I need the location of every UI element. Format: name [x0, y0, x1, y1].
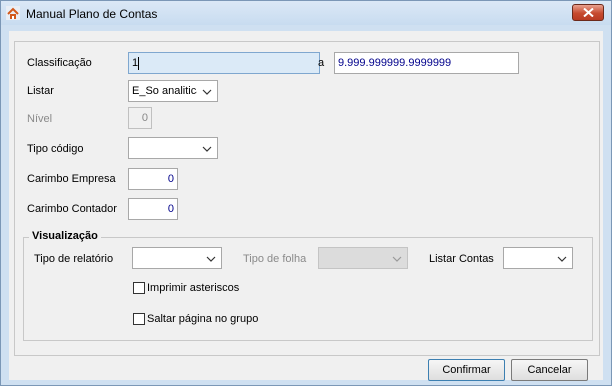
cancelar-button[interactable]: Cancelar [511, 359, 588, 381]
confirmar-label: Confirmar [442, 364, 491, 376]
carimbo-empresa-value: 0 [167, 173, 174, 185]
classificacao-label: Classificação [27, 57, 92, 69]
carimbo-empresa-input[interactable]: 0 [128, 168, 178, 190]
chevron-down-icon [392, 256, 402, 262]
home-icon [6, 6, 20, 20]
classificacao-to-input[interactable]: 9.999.999999.9999999 [334, 52, 519, 74]
carimbo-contador-input[interactable]: 0 [128, 198, 178, 220]
nivel-label: Nível [27, 113, 53, 125]
carimbo-contador-label: Carimbo Contador [27, 203, 117, 215]
close-button[interactable] [572, 4, 604, 21]
listar-label: Listar [27, 85, 54, 97]
confirmar-button[interactable]: Confirmar [428, 359, 505, 381]
tipo-codigo-label: Tipo código [27, 143, 84, 155]
saltar-pagina-label[interactable]: Saltar página no grupo [147, 313, 258, 325]
classificacao-separator: a [318, 57, 325, 69]
dialog-client: Classificação 1 a 9.999.999999.9999999 L… [9, 31, 603, 381]
saltar-pagina-checkbox[interactable] [133, 313, 145, 325]
listar-contas-select[interactable] [503, 247, 573, 269]
close-icon [583, 8, 594, 17]
classificacao-to-value: 9.999.999999.9999999 [338, 57, 452, 69]
chevron-down-icon [202, 146, 212, 152]
listar-select[interactable]: E_So analiticas [128, 80, 218, 102]
nivel-value: 0 [141, 112, 148, 124]
carimbo-empresa-label: Carimbo Empresa [27, 173, 116, 185]
title-bar[interactable]: Manual Plano de Contas [1, 1, 611, 25]
listar-contas-label: Listar Contas [429, 253, 494, 265]
imprimir-asteriscos-label[interactable]: Imprimir asteriscos [147, 282, 239, 294]
nivel-input: 0 [128, 107, 152, 129]
cancelar-label: Cancelar [527, 364, 572, 376]
tipo-relatorio-label: Tipo de relatório [34, 253, 114, 265]
tipo-folha-label: Tipo de folha [243, 253, 307, 265]
dialog-window: Manual Plano de Contas Classificação 1 a… [0, 0, 612, 386]
chevron-down-icon [202, 89, 212, 95]
listar-value: E_So analiticas [132, 85, 197, 97]
chevron-down-icon [557, 256, 567, 262]
tipo-relatorio-select[interactable] [132, 247, 222, 269]
visualizacao-title: Visualização [29, 230, 101, 242]
tipo-codigo-select[interactable] [128, 137, 218, 159]
carimbo-contador-value: 0 [167, 203, 174, 215]
window-title: Manual Plano de Contas [26, 7, 158, 21]
classificacao-from-input[interactable]: 1 [128, 52, 320, 74]
chevron-down-icon [206, 256, 216, 262]
imprimir-asteriscos-checkbox[interactable] [133, 282, 145, 294]
tipo-folha-select [318, 247, 408, 269]
